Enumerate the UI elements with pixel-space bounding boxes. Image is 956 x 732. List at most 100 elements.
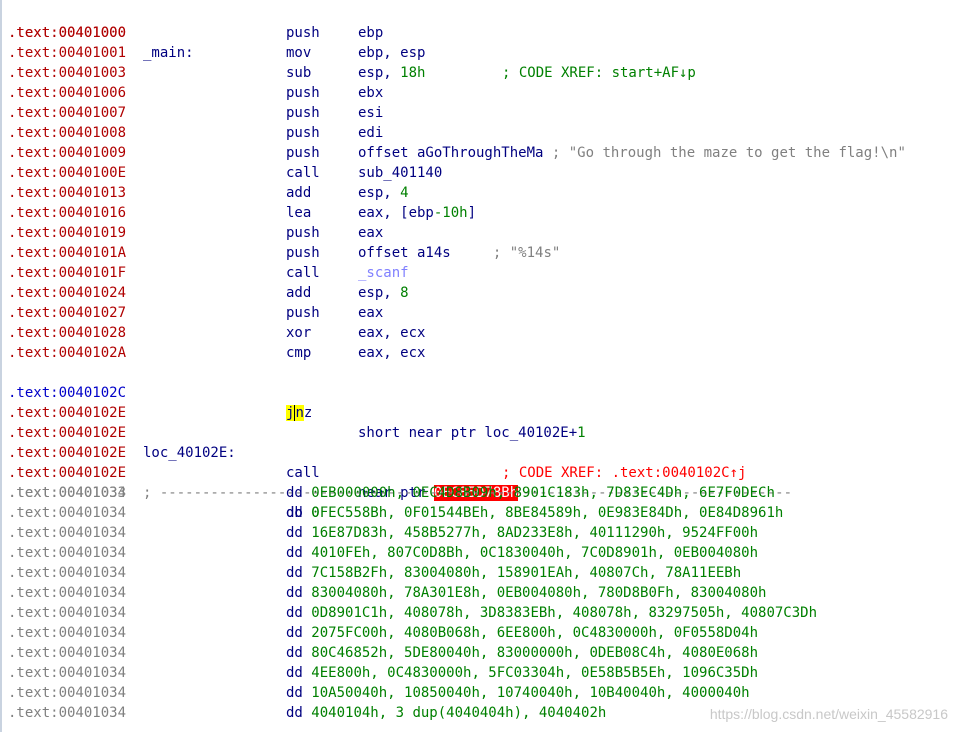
address: .text:00401009: [8, 145, 127, 161]
directive-keyword: dd: [286, 525, 312, 541]
listing-line[interactable]: .text:0040101F call _scanf: [8, 263, 956, 283]
directive-keyword: dd: [286, 605, 312, 621]
listing-line[interactable]: .text:0040102A cmp eax, ecx: [8, 343, 956, 363]
listing-line[interactable]: .text:00401009 push offset aGoThroughTheMa…: [8, 143, 956, 163]
mnemonic: call: [286, 265, 320, 281]
listing-line-dd[interactable]: .text:00401034 dd 10A50040h, 10850040h, 1…: [8, 683, 956, 703]
data-directive: dd 7C158B2Fh, 83004080h, 158901EAh, 4080…: [286, 563, 741, 583]
address: .text:00401034: [8, 565, 127, 581]
listing-line[interactable]: .text:0040101A push offset a14s ; "%14s": [8, 243, 956, 263]
operand[interactable]: ebp, esp: [358, 43, 425, 63]
listing-line-dd[interactable]: .text:00401034 dd 0EB000000h, 0EC4D8B09h,…: [8, 483, 956, 503]
directive-value: 83004080h, 78A301E8h, 0EB004080h, 780D8B…: [311, 585, 767, 601]
listing-line-dd[interactable]: .text:00401034 dd 2075FC00h, 4080B068h, 6…: [8, 623, 956, 643]
mnemonic: push: [286, 305, 320, 321]
listing-line-dd[interactable]: .text:00401034 dd 16E87D83h, 458B5277h, 8…: [8, 523, 956, 543]
listing-line[interactable]: .text:00401008 push edi: [8, 123, 956, 143]
operand-text: eax, ecx: [358, 325, 426, 341]
address: .text:00401016: [8, 205, 127, 221]
listing-line[interactable]: .text:00401003 sub esp, 18h: [8, 63, 956, 83]
data-directive: dd 10A50040h, 10850040h, 10740040h, 10B4…: [286, 683, 750, 703]
listing-line-dd[interactable]: .text:00401034 dd 80C46852h, 5DE80040h, 8…: [8, 643, 956, 663]
address: .text:00401034: [8, 625, 127, 641]
directive-value: 7C158B2Fh, 83004080h, 158901EAh, 40807Ch…: [311, 565, 742, 581]
directive-value: 4040104h, 3 dup(4040404h), 4040402h: [311, 705, 607, 721]
listing-line[interactable]: .text:00401028 xor eax, ecx: [8, 323, 956, 343]
mnemonic: push: [286, 25, 320, 41]
operand-number: 4: [400, 185, 409, 201]
listing-line-dd[interactable]: .text:00401034 dd 4010FEh, 807C0D8Bh, 0C1…: [8, 543, 956, 563]
listing-line-call-bad[interactable]: .text:0040102E call near ptr 0EC85D78Bh: [8, 423, 956, 501]
listing-line-main[interactable]: .text:00401000 _main: ; CODE XREF: start…: [8, 3, 956, 81]
listing-line[interactable]: .text:00401024 add esp, 8: [8, 283, 956, 303]
operand[interactable]: edi: [358, 123, 383, 143]
operand-text: ]: [467, 205, 477, 221]
listing-line[interactable]: .text:00401027 push eax: [8, 303, 956, 323]
listing-line-db[interactable]: .text:00401033 db 0: [8, 463, 956, 521]
listing-line-dd[interactable]: .text:00401034 dd 0FEC558Bh, 0F01544BEh, …: [8, 503, 956, 523]
mnemonic: sub: [286, 65, 312, 81]
address: .text:00401034: [8, 605, 127, 621]
mnemonic: push: [286, 145, 320, 161]
mnemonic: push: [286, 225, 320, 241]
listing-line-dd[interactable]: .text:00401034 dd 83004080h, 78A301E8h, 0…: [8, 583, 956, 603]
data-directive: dd 4EE800h, 0C4830000h, 5FC03304h, 0E58B…: [286, 663, 758, 683]
listing-line[interactable]: .text:00401019 push eax: [8, 223, 956, 243]
operand[interactable]: ebx: [358, 83, 383, 103]
operand[interactable]: offset a14s ; "%14s": [358, 243, 560, 263]
operand[interactable]: _scanf: [358, 263, 409, 283]
operand[interactable]: eax, ecx: [358, 323, 425, 343]
directive-keyword: dd: [286, 705, 312, 721]
address: .text:00401024: [8, 285, 127, 301]
directive-keyword: dd: [286, 485, 312, 501]
operand-number: 18h: [400, 65, 426, 81]
listing-line[interactable]: .text:00401016 lea eax, [ebp-10h]: [8, 203, 956, 223]
operand[interactable]: esp, 8: [358, 283, 409, 303]
directive-keyword: dd: [286, 645, 312, 661]
operand[interactable]: esp, 4: [358, 183, 409, 203]
listing-line[interactable]: .text:00401001 mov ebp, esp: [8, 43, 956, 63]
import-name: _scanf: [358, 265, 409, 281]
listing-line-dd[interactable]: .text:00401034 dd 0D8901C1h, 408078h, 3D8…: [8, 603, 956, 623]
listing-line[interactable]: .text:0040100E call sub_401140: [8, 163, 956, 183]
operand-text: esp,: [358, 185, 401, 201]
listing-line[interactable]: .text:00401013 add esp, 4: [8, 183, 956, 203]
operand[interactable]: eax: [358, 303, 383, 323]
operand[interactable]: offset aGoThroughTheMa ; "Go through the…: [358, 143, 906, 163]
address: .text:00401034: [8, 665, 127, 681]
address: .text:00401034: [8, 505, 127, 521]
operand-text: sub_401140: [358, 165, 443, 181]
listing-line-separator: .text:0040102E ; -----------------------…: [8, 443, 956, 501]
address: .text:00401001: [8, 45, 127, 61]
mnemonic: xor: [286, 325, 312, 341]
operand[interactable]: esi: [358, 103, 383, 123]
operand[interactable]: esp, 18h: [358, 63, 425, 83]
disassembly-view[interactable]: .text:00401000 _main: ; CODE XREF: start…: [0, 0, 956, 732]
listing-line-dd[interactable]: .text:00401034 dd 7C158B2Fh, 83004080h, 1…: [8, 563, 956, 583]
operand-text: offset aGoThroughTheMa: [358, 145, 544, 161]
operand[interactable]: eax: [358, 223, 383, 243]
address: .text:00401034: [8, 645, 127, 661]
mnemonic: push: [286, 245, 320, 261]
directive-keyword: dd: [286, 585, 312, 601]
operand-text: edi: [358, 125, 384, 141]
address: .text:00401007: [8, 105, 127, 121]
address: .text:0040101A: [8, 245, 127, 261]
address: .text:00401028: [8, 325, 127, 341]
string-comment: ; "Go through the maze to get the flag!\…: [551, 145, 906, 161]
listing-line[interactable]: .text:00401000 push ebp: [8, 23, 956, 43]
mnemonic: push: [286, 105, 320, 121]
listing-line[interactable]: .text:00401007 push esi: [8, 103, 956, 123]
listing-line-blank: .text:0040102E: [8, 383, 956, 421]
operand-text: ebp: [358, 25, 384, 41]
listing-line-loc[interactable]: .text:0040102E loc_40102E: ; CODE XREF: …: [8, 403, 956, 481]
operand[interactable]: ebp: [358, 23, 383, 43]
listing-line-dd[interactable]: .text:00401034 dd 4EE800h, 0C4830000h, 5F…: [8, 663, 956, 683]
mnemonic: add: [286, 285, 312, 301]
operand[interactable]: eax, [ebp-10h]: [358, 203, 476, 223]
operand[interactable]: sub_401140: [358, 163, 442, 183]
operand-text: ebx: [358, 85, 384, 101]
operand[interactable]: eax, ecx: [358, 343, 425, 363]
listing-line[interactable]: .text:00401006 push ebx: [8, 83, 956, 103]
listing-line-jnz[interactable]: .text:0040102C jnz short near ptr loc_40…: [8, 363, 956, 441]
